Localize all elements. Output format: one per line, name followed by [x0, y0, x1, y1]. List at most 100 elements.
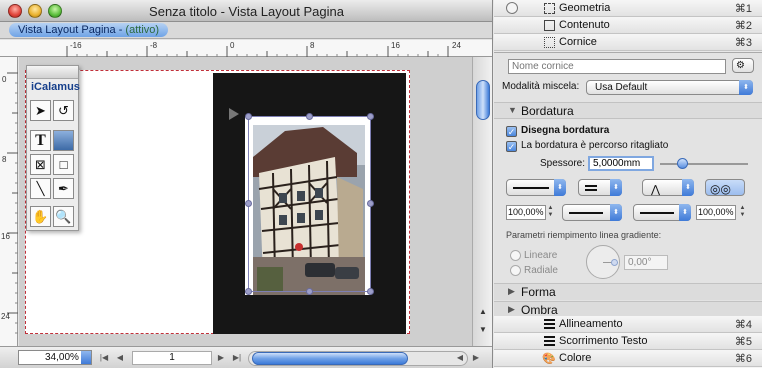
line-pattern-select[interactable]: ⬍	[578, 179, 622, 196]
palette-title: iCalamus	[31, 81, 80, 93]
tab-bar: Vista Layout Pagina - (attivo)	[0, 22, 492, 39]
panel-row-scorrimento-testo[interactable]: Scorrimento Testo ⌘5	[494, 333, 762, 350]
start-scale-stepper[interactable]: ▲ ▼	[546, 205, 555, 220]
frame-name-field[interactable]	[508, 59, 726, 74]
panel-row-shortcut: ⌘4	[734, 319, 752, 331]
resize-handle-bottom[interactable]	[306, 288, 313, 295]
thickness-field[interactable]	[588, 156, 654, 171]
ruler-label: 8	[310, 41, 315, 50]
panel-row-geometria[interactable]: Geometria ⌘1	[494, 0, 762, 17]
start-cap-select[interactable]: ⬍	[562, 204, 622, 221]
line-style-select[interactable]: ⬍	[506, 179, 566, 196]
tab-page-layout[interactable]: Vista Layout Pagina - (attivo)	[9, 23, 169, 37]
selection-frame[interactable]	[248, 116, 371, 292]
end-cap-select[interactable]: ⬍	[633, 204, 691, 221]
panel-row-shortcut: ⌘1	[734, 3, 752, 15]
scroll-left-icon[interactable]: ◀	[454, 351, 466, 364]
panel-row-label: Scorrimento Testo	[559, 335, 648, 347]
panel-row-shortcut: ⌘5	[734, 336, 752, 348]
last-page-icon[interactable]: ▶|	[231, 351, 243, 364]
border-section-header[interactable]: ▼ Bordatura	[494, 102, 762, 119]
zoom-field[interactable]: 34,00%	[18, 350, 92, 365]
line-position-toggle[interactable]: ◎◎	[705, 179, 745, 196]
vertical-ruler[interactable]: 0 8 16 24	[0, 57, 18, 347]
zoom-tool-icon[interactable]: 🔍	[53, 206, 74, 227]
line-tool-icon[interactable]: ╲	[30, 178, 51, 199]
shape-section-header[interactable]: ▶ Forma	[494, 283, 762, 300]
ruler-label: 0	[2, 75, 7, 84]
angle-knob[interactable]	[611, 259, 618, 266]
first-page-icon[interactable]: |◀	[98, 351, 110, 364]
zoom-value: 34,00%	[45, 352, 79, 363]
blend-mode-select[interactable]: Usa Default ⬍	[586, 80, 753, 95]
horizontal-scroll-thumb[interactable]	[252, 352, 408, 365]
scroll-down-icon[interactable]: ▼	[477, 325, 489, 337]
panel-row-shortcut: ⌘3	[734, 37, 752, 49]
resize-handle-bottom-left[interactable]	[245, 288, 252, 295]
panel-row-cornice[interactable]: Cornice ⌘3	[494, 34, 762, 51]
screen: Senza titolo - Vista Layout Pagina Vista…	[0, 0, 762, 368]
line-join-select[interactable]: ⋀ ⬍	[642, 179, 694, 196]
panel-row-colore[interactable]: 🎨 Colore ⌘6	[494, 350, 762, 367]
blend-mode-label: Modalità miscela:	[502, 81, 580, 92]
resize-handle-left[interactable]	[245, 200, 252, 207]
tab-state: (attivo)	[125, 24, 160, 36]
scroll-right-icon[interactable]: ▶	[470, 351, 482, 364]
image-tool-icon[interactable]	[53, 130, 74, 151]
start-scale-field[interactable]: 100,00%	[506, 205, 546, 220]
scroll-up-icon[interactable]: ▲	[477, 307, 489, 319]
previous-page-icon[interactable]: ◀	[114, 351, 126, 364]
resize-handle-right[interactable]	[367, 200, 374, 207]
disclosure-closed-icon: ▶	[508, 304, 515, 314]
resize-handle-top[interactable]	[306, 113, 313, 120]
pointer-tool-icon[interactable]: ➤	[30, 100, 51, 121]
zoom-dropdown-icon[interactable]	[81, 351, 91, 364]
thickness-label: Spessore:	[540, 158, 586, 169]
panel-row-allineamento[interactable]: Allineamento ⌘4	[494, 316, 762, 333]
hand-tool-icon[interactable]: ✋	[30, 206, 51, 227]
page-number-field[interactable]: 1	[132, 351, 212, 365]
clip-border-label: La bordatura è percorso ritagliato	[521, 140, 669, 151]
section-title: Ombra	[521, 303, 558, 317]
draw-border-checkbox[interactable]: ✓	[506, 126, 517, 137]
ruler-label: 24	[1, 312, 10, 321]
panel-row-contenuto[interactable]: Contenuto ⌘2	[494, 17, 762, 34]
vertical-scrollbar[interactable]: ▲ ▼	[472, 57, 492, 346]
thickness-slider-track[interactable]	[660, 163, 748, 165]
panel-collapse-icon[interactable]	[506, 2, 518, 14]
end-scale-stepper[interactable]: ▲ ▼	[738, 205, 747, 220]
line-cap-icon	[569, 212, 603, 214]
end-scale-field[interactable]: 100,00%	[696, 205, 736, 220]
vertical-scroll-thumb[interactable]	[476, 80, 490, 120]
layout-canvas[interactable]	[19, 57, 472, 346]
panel-row-shortcut: ⌘2	[734, 20, 752, 32]
angle-dial[interactable]	[586, 245, 620, 279]
content-icon	[544, 20, 555, 31]
pen-tool-icon[interactable]: ✒	[53, 178, 74, 199]
disclosure-closed-icon: ▶	[508, 286, 515, 296]
linear-radio[interactable]	[510, 250, 521, 261]
frame-x-tool-icon[interactable]: ⊠	[30, 154, 51, 175]
horizontal-ruler[interactable]: -16 -8 0 8 16 24	[0, 40, 492, 57]
angle-field[interactable]: 0,00°	[624, 255, 668, 270]
rectangle-tool-icon[interactable]: □	[53, 154, 74, 175]
gear-menu-button[interactable]: ⚙	[732, 58, 754, 73]
palette-icon: 🎨	[542, 353, 556, 365]
next-page-icon[interactable]: ▶	[215, 351, 227, 364]
chevron-down-icon: ⬍	[739, 80, 753, 95]
title-bar[interactable]: Senza titolo - Vista Layout Pagina	[0, 0, 492, 22]
thickness-slider-knob[interactable]	[677, 158, 688, 169]
clip-border-checkbox[interactable]: ✓	[506, 141, 517, 152]
resize-handle-top-left[interactable]	[245, 113, 252, 120]
resize-handle-top-right[interactable]	[367, 113, 374, 120]
window-title: Senza titolo - Vista Layout Pagina	[149, 4, 344, 19]
palette-title-bar[interactable]	[27, 66, 78, 79]
radial-radio[interactable]	[510, 265, 521, 276]
rotate-tool-icon[interactable]: ↺	[53, 100, 74, 121]
line-cap-icon	[640, 212, 674, 214]
text-tool-icon[interactable]: T	[30, 130, 51, 151]
ruler-ticks	[7, 72, 18, 334]
tools-palette: iCalamus ➤ ↺ T ⊠ □ ╲ ✒ ✋ 🔍	[26, 65, 80, 231]
resize-handle-bottom-right[interactable]	[367, 288, 374, 295]
inspector-panel: Geometria ⌘1 Contenuto ⌘2 Cornice ⌘3 ⚙ M…	[494, 0, 762, 368]
